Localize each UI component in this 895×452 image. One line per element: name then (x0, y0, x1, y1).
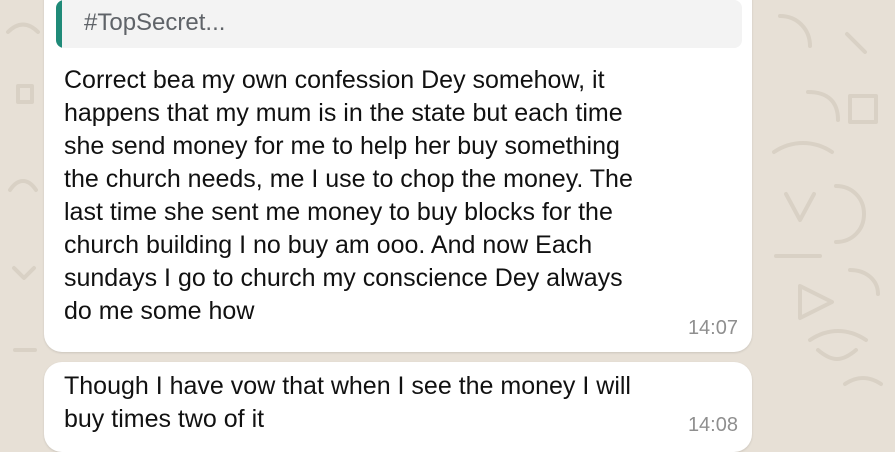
message-bubble[interactable]: Though I have vow that when I see the mo… (44, 362, 752, 452)
message-bubble[interactable]: #TopSecret... Correct bea my own confess… (44, 0, 752, 352)
message-text: Correct bea my own confession Dey someho… (64, 66, 633, 325)
quoted-text: #TopSecret... (84, 9, 226, 36)
quote-accent-bar (56, 0, 62, 48)
message-time: 14:08 (687, 414, 738, 436)
message-text: Though I have vow that when I see the mo… (64, 372, 631, 433)
quoted-message[interactable]: #TopSecret... (56, 0, 742, 48)
message-time: 14:07 (687, 317, 738, 339)
